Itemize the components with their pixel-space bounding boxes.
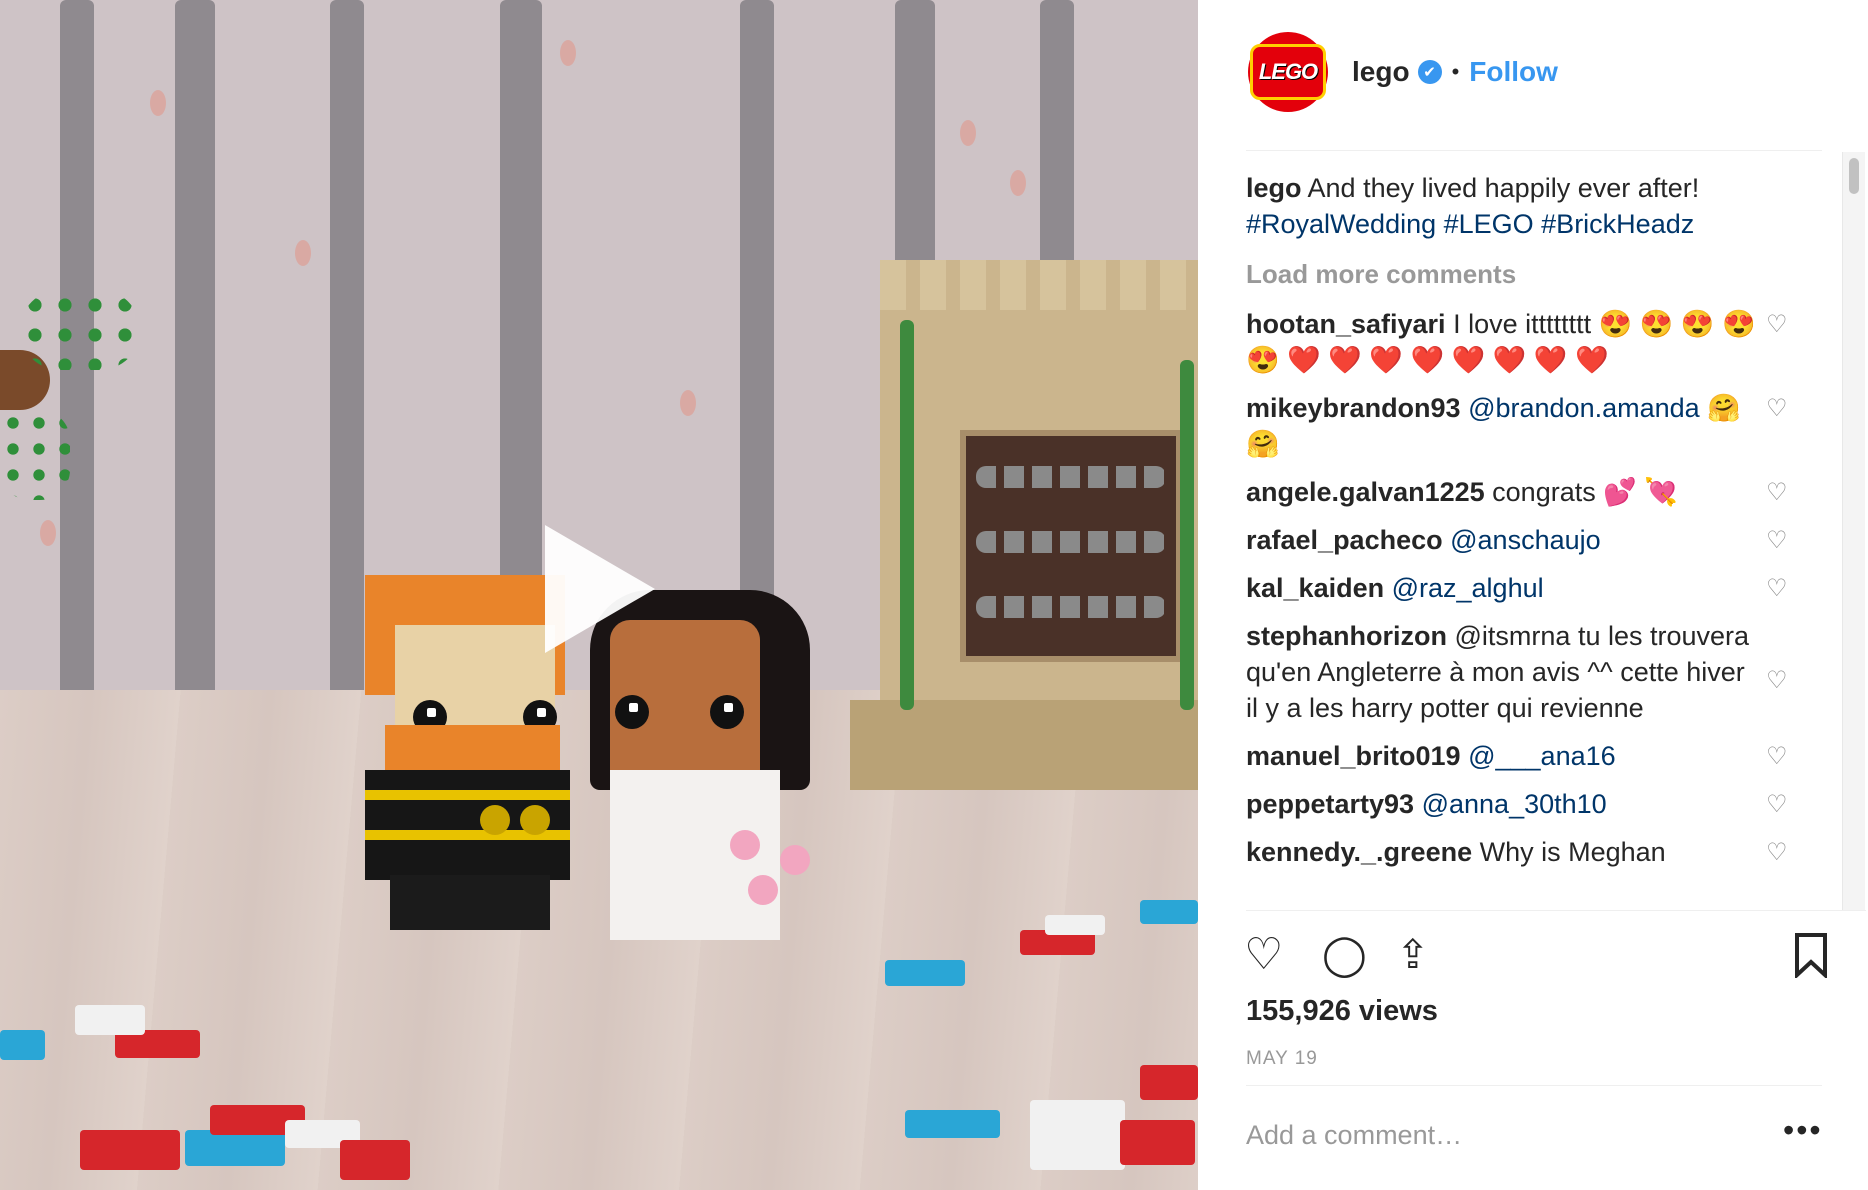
add-comment-input[interactable]: Add a comment…: [1246, 1120, 1462, 1151]
lego-logo: LEGO: [1250, 44, 1326, 100]
comment-username[interactable]: hootan_safiyari: [1246, 309, 1446, 339]
comment-text: @anna_30th10: [1421, 789, 1607, 819]
tree-trunk: [175, 0, 215, 760]
blossom: [295, 240, 311, 266]
separator-dot: •: [1451, 59, 1460, 84]
comment-item: kennedy._.greene Why is Meghan ♡: [1246, 834, 1788, 870]
comments-list[interactable]: lego And they lived happily ever after! …: [1246, 170, 1836, 910]
like-comment-heart-icon[interactable]: ♡: [1766, 481, 1788, 505]
like-comment-heart-icon[interactable]: ♡: [1766, 577, 1788, 601]
lego-castle: [850, 260, 1198, 790]
post-caption: lego And they lived happily ever after! …: [1246, 170, 1786, 242]
comment-item: peppetarty93 @anna_30th10 ♡: [1246, 786, 1788, 822]
view-count[interactable]: 155,926 views: [1246, 995, 1438, 1028]
comment-username[interactable]: rafael_pacheco: [1246, 525, 1443, 555]
lego-brick: [1140, 900, 1198, 924]
blossom: [560, 40, 576, 66]
comment-username[interactable]: stephanhorizon: [1246, 621, 1447, 651]
like-comment-heart-icon[interactable]: ♡: [1766, 397, 1788, 421]
lego-brick: [0, 1030, 45, 1060]
comment-item: mikeybrandon93 @brandon.amanda 🤗 🤗 ♡: [1246, 390, 1788, 462]
comment-item: stephanhorizon @itsmrna tu les trouvera …: [1246, 618, 1788, 726]
comments-scrollbar[interactable]: [1842, 152, 1865, 910]
scrollbar-thumb[interactable]: [1849, 158, 1859, 194]
like-comment-heart-icon[interactable]: ♡: [1766, 745, 1788, 769]
like-comment-heart-icon[interactable]: ♡: [1766, 669, 1788, 693]
comment-text: congrats 💕 💘: [1492, 477, 1678, 507]
caption-text: And they lived happily ever after!: [1307, 173, 1700, 203]
caption-hashtags[interactable]: #RoyalWedding #LEGO #BrickHeadz: [1246, 209, 1694, 239]
load-more-comments-button[interactable]: Load more comments: [1246, 256, 1836, 292]
lego-brick: [185, 1130, 285, 1166]
comment-username[interactable]: angele.galvan1225: [1246, 477, 1485, 507]
blossom: [150, 90, 166, 116]
post-date[interactable]: MAY 19: [1246, 1048, 1318, 1070]
comment-text: @___ana16: [1468, 741, 1616, 771]
like-comment-heart-icon[interactable]: ♡: [1766, 313, 1788, 337]
like-comment-heart-icon[interactable]: ♡: [1766, 841, 1788, 865]
lego-brick: [1030, 1100, 1125, 1170]
blossom: [1010, 170, 1026, 196]
lego-brick: [905, 1110, 1000, 1138]
like-comment-heart-icon[interactable]: ♡: [1766, 793, 1788, 817]
lego-tree: [0, 290, 150, 610]
verified-badge-icon: ✔: [1417, 60, 1442, 84]
comment-username[interactable]: manuel_brito019: [1246, 741, 1461, 771]
comment-text: Why is Meghan: [1479, 837, 1666, 867]
lego-brick: [80, 1130, 180, 1170]
post-video[interactable]: [0, 0, 1198, 1190]
comment-username[interactable]: peppetarty93: [1246, 789, 1414, 819]
more-options-button[interactable]: •••: [1783, 1112, 1823, 1149]
blossom: [680, 390, 696, 416]
avatar[interactable]: LEGO: [1248, 32, 1328, 112]
bookmark-icon[interactable]: [1794, 932, 1828, 978]
post-sidebar: LEGO lego ✔ • Follow lego And they lived…: [1198, 0, 1868, 1190]
comment-username[interactable]: mikeybrandon93: [1246, 393, 1461, 423]
lego-brick: [1120, 1120, 1195, 1165]
comment-item: angele.galvan1225 congrats 💕 💘 ♡: [1246, 474, 1788, 510]
comment-text: @raz_alghul: [1391, 573, 1544, 603]
share-icon[interactable]: ⇪: [1396, 930, 1430, 980]
lego-brick: [75, 1005, 145, 1035]
divider: [1246, 150, 1822, 151]
comment-item: hootan_safiyari I love itttttttt 😍 😍 😍 😍…: [1246, 306, 1788, 378]
divider: [1246, 1085, 1822, 1086]
lego-brick: [885, 960, 965, 986]
comment-text: @anschaujo: [1450, 525, 1601, 555]
comment-username[interactable]: kal_kaiden: [1246, 573, 1384, 603]
comment-username[interactable]: kennedy._.greene: [1246, 837, 1472, 867]
play-icon[interactable]: [545, 525, 655, 653]
divider: [1246, 910, 1866, 911]
follow-button[interactable]: Follow: [1469, 56, 1558, 88]
blossom: [960, 120, 976, 146]
post-header: LEGO lego ✔ • Follow: [1248, 32, 1558, 112]
like-heart-icon[interactable]: ♡: [1244, 930, 1283, 980]
lego-brick: [1045, 915, 1105, 935]
post-actions: ♡ ◯ ⇪: [1244, 930, 1834, 982]
username-link[interactable]: lego: [1352, 56, 1410, 88]
comment-bubble-icon[interactable]: ◯: [1322, 930, 1367, 980]
tree-trunk: [330, 0, 364, 760]
lego-brick: [1140, 1065, 1198, 1100]
comment-item: kal_kaiden @raz_alghul ♡: [1246, 570, 1788, 606]
caption-username[interactable]: lego: [1246, 173, 1302, 203]
lego-groom-figure: [365, 575, 575, 930]
instagram-post: LEGO lego ✔ • Follow lego And they lived…: [0, 0, 1868, 1190]
comment-item: manuel_brito019 @___ana16 ♡: [1246, 738, 1788, 774]
lego-brick: [340, 1140, 410, 1180]
comment-item: rafael_pacheco @anschaujo ♡: [1246, 522, 1788, 558]
like-comment-heart-icon[interactable]: ♡: [1766, 529, 1788, 553]
